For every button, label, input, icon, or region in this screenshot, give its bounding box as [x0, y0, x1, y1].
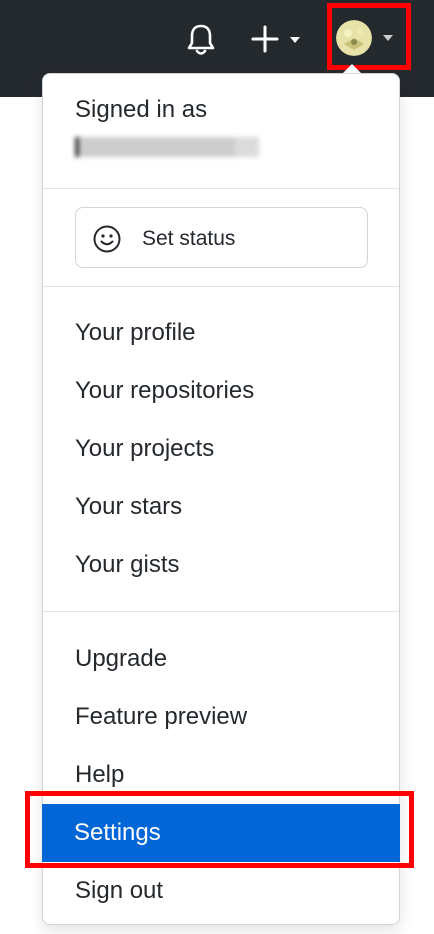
menu-item-upgrade[interactable]: Upgrade — [43, 630, 399, 688]
bell-icon[interactable] — [181, 20, 221, 60]
user-menu-toggle[interactable] — [327, 3, 411, 70]
plus-icon — [251, 25, 279, 53]
highlight-box — [327, 3, 411, 70]
create-new-dropdown[interactable] — [248, 22, 310, 62]
menu-item-your-profile[interactable]: Your profile — [43, 304, 399, 362]
highlight-box — [25, 791, 414, 868]
divider — [43, 188, 399, 189]
signed-in-label: Signed in as — [75, 96, 208, 123]
set-status-label: Set status — [142, 227, 236, 250]
menu-item-your-projects[interactable]: Your projects — [43, 420, 399, 478]
username-redacted — [75, 137, 259, 157]
menu-item-your-gists[interactable]: Your gists — [43, 536, 399, 594]
chevron-down-icon — [290, 37, 300, 43]
menu-item-your-repositories[interactable]: Your repositories — [43, 362, 399, 420]
smiley-icon — [93, 225, 121, 253]
menu-pointer — [343, 64, 361, 73]
set-status-button[interactable]: Set status — [75, 207, 368, 268]
divider — [43, 611, 399, 612]
menu-item-sign-out[interactable]: Sign out — [43, 862, 399, 920]
menu-item-your-stars[interactable]: Your stars — [43, 478, 399, 536]
menu-item-feature-preview[interactable]: Feature preview — [43, 688, 399, 746]
divider — [43, 286, 399, 287]
